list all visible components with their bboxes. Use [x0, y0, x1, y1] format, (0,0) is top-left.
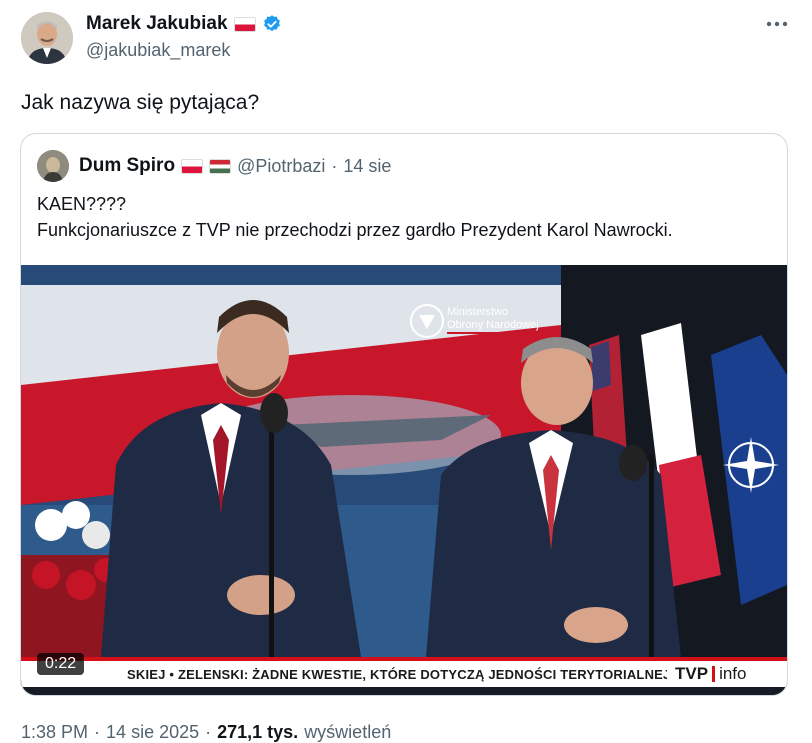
view-count: 271,1 tys. — [217, 722, 299, 742]
quoted-author-handle[interactable]: @Piotrbazi — [237, 156, 325, 177]
tvp-logo-right: info — [719, 664, 747, 683]
quoted-text: KAEN???? Funkcjonariuszce z TVP nie prze… — [37, 191, 673, 243]
quoted-author-name[interactable]: Dum Spiro — [79, 155, 175, 177]
quoted-date[interactable]: 14 sie — [343, 156, 391, 177]
tweet-text: Jak nazywa się pytająca? — [21, 91, 260, 114]
separator-dot: · — [94, 722, 101, 742]
tweet-date[interactable]: 14 sie 2025 — [106, 722, 199, 743]
hungary-flag-icon — [209, 158, 232, 174]
tvp-logo-left: TVP — [675, 664, 709, 683]
verified-badge-icon — [262, 14, 282, 34]
quoted-text-line-2: Funkcjonariuszce z TVP nie przechodzi pr… — [37, 220, 673, 240]
video-duration: 0:22 — [37, 653, 85, 675]
poland-flag-icon — [181, 158, 204, 174]
separator-dot: · — [205, 722, 212, 742]
tvp-logo-divider — [712, 666, 716, 682]
quoted-text-line-1: KAEN???? — [37, 194, 127, 214]
view-count-label: wyświetleń — [304, 722, 392, 742]
more-horizontal-icon[interactable] — [764, 14, 790, 34]
poland-flag-icon — [233, 16, 256, 32]
tvp-info-logo: TVP info — [667, 661, 787, 687]
quoted-tweet[interactable]: Dum Spiro @Piotrbazi · 14 sie KAEN???? F… — [20, 133, 788, 696]
backdrop-text-line-1: Ministerstwo — [447, 306, 508, 318]
ticker-text: SKIEJ • ZELENSKI: ŻADNE KWESTIE, KTÓRE D… — [127, 666, 667, 682]
tweet-meta: 1:38 PM · 14 sie 2025 · 271,1 tys. wyświ… — [21, 722, 391, 743]
video-frame: Ministerstwo Obrony Narodowej — [21, 265, 787, 695]
tweet-time[interactable]: 1:38 PM — [21, 722, 88, 743]
quoted-author-avatar[interactable] — [37, 150, 69, 182]
author-name[interactable]: Marek Jakubiak — [86, 13, 228, 35]
author-handle[interactable]: @jakubiak_marek — [86, 40, 230, 61]
separator-dot: · — [331, 155, 338, 176]
news-ticker: SKIEJ • ZELENSKI: ŻADNE KWESTIE, KTÓRE D… — [21, 661, 787, 687]
video-player[interactable]: Ministerstwo Obrony Narodowej SKIEJ • ZE… — [21, 265, 787, 695]
backdrop-text-line-2: Obrony Narodowej — [447, 319, 539, 331]
author-avatar[interactable] — [21, 12, 73, 64]
